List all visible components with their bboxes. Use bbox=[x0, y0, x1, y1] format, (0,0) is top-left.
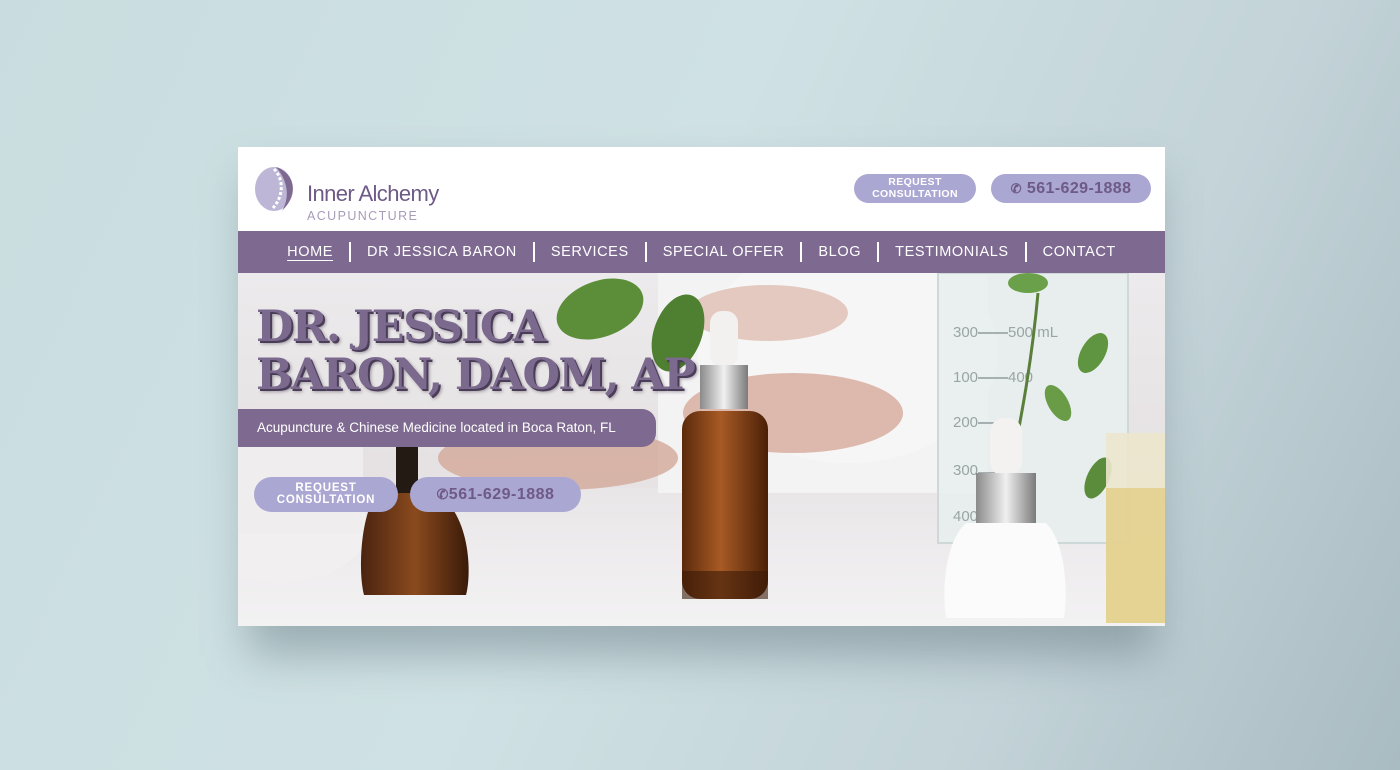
nav-label: TESTIMONIALS bbox=[895, 244, 1009, 260]
header-phone-button[interactable]: ✆ 561-629-1888 bbox=[991, 174, 1151, 203]
hero-tagline: Acupuncture & Chinese Medicine located i… bbox=[238, 409, 656, 447]
request-label-line1: REQUEST bbox=[295, 482, 357, 494]
nav-label: CONTACT bbox=[1042, 244, 1116, 260]
phone-icon: ✆ bbox=[1010, 181, 1022, 196]
brand-name: Inner Alchemy bbox=[307, 181, 439, 206]
nav-item-dr-jessica-baron[interactable]: DR JESSICA BARON bbox=[349, 242, 533, 262]
brand-subtitle: ACUPUNCTURE bbox=[307, 209, 419, 223]
beaker-label: 100 bbox=[953, 369, 978, 386]
header-phone-number: 561-629-1888 bbox=[1026, 180, 1132, 197]
hero-section: 500 mL 400 300 100 200 300 400 DR. JESSI… bbox=[238, 273, 1165, 626]
nav-label: SERVICES bbox=[550, 244, 629, 260]
nav-label: BLOG bbox=[818, 244, 862, 260]
hero-phone-button[interactable]: ✆561-629-1888 bbox=[410, 477, 581, 512]
spine-logo-icon bbox=[255, 167, 293, 211]
request-label-line2: CONSULTATION bbox=[872, 188, 958, 200]
beaker-label: 200 bbox=[953, 414, 978, 431]
nav-item-services[interactable]: SERVICES bbox=[532, 242, 645, 262]
beaker-label: 300 bbox=[953, 324, 978, 341]
nav-item-home[interactable]: HOME bbox=[271, 242, 349, 262]
hero-title-line1: DR. JESSICA bbox=[256, 302, 546, 352]
nav-label: SPECIAL OFFER bbox=[662, 244, 785, 260]
nav-label: DR JESSICA BARON bbox=[367, 244, 517, 260]
nav-item-blog[interactable]: BLOG bbox=[800, 242, 877, 262]
nav-label: HOME bbox=[287, 244, 334, 260]
site-header: Inner Alchemy ACUPUNCTURE REQUEST CONSUL… bbox=[238, 147, 1165, 231]
hero-title: DR. JESSICA BARON, DAOM, AP bbox=[256, 303, 776, 399]
request-label-line2: CONSULTATION bbox=[276, 494, 376, 506]
nav-item-testimonials[interactable]: TESTIMONIALS bbox=[877, 242, 1025, 262]
header-request-consultation-button[interactable]: REQUEST CONSULTATION bbox=[854, 174, 976, 203]
hero-phone-number: 561-629-1888 bbox=[448, 486, 555, 503]
phone-icon: ✆ bbox=[436, 486, 449, 502]
hero-title-line2: BARON, DAOM, AP bbox=[256, 350, 696, 400]
beaker-label: 400 bbox=[953, 508, 978, 525]
nav-item-contact[interactable]: CONTACT bbox=[1024, 242, 1132, 262]
request-label-line1: REQUEST bbox=[888, 176, 942, 188]
website-screenshot: Inner Alchemy ACUPUNCTURE REQUEST CONSUL… bbox=[238, 147, 1165, 626]
beaker-label: 300 bbox=[953, 462, 978, 479]
logo[interactable]: Inner Alchemy ACUPUNCTURE bbox=[254, 163, 474, 222]
hero-request-consultation-button[interactable]: REQUEST CONSULTATION bbox=[254, 477, 398, 512]
nav-item-special-offer[interactable]: SPECIAL OFFER bbox=[644, 242, 801, 262]
main-nav: HOME DR JESSICA BARON SERVICES SPECIAL O… bbox=[238, 231, 1165, 273]
